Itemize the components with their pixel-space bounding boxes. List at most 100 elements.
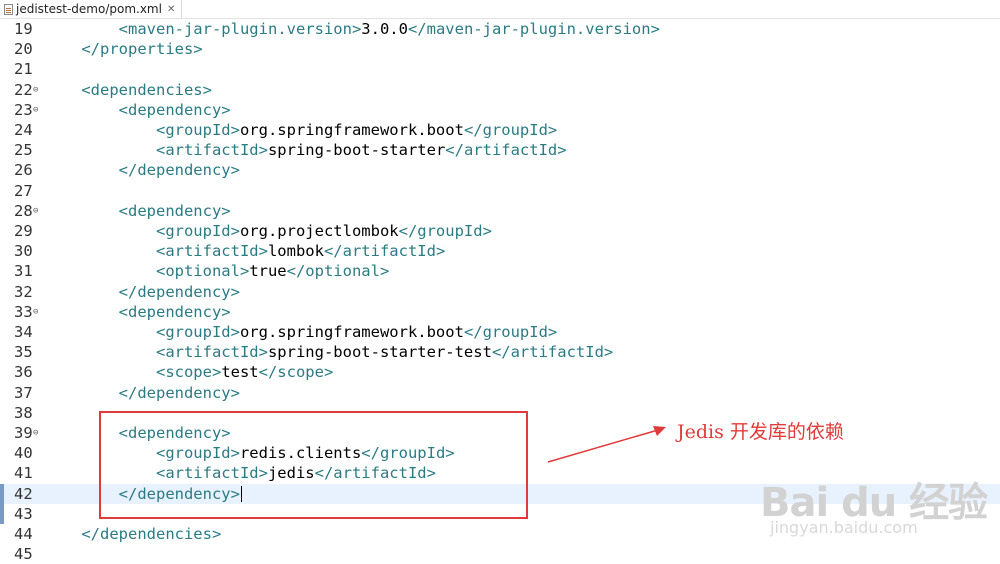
- xml-tag: </optional>: [286, 262, 390, 281]
- fold-toggle-icon[interactable]: ⊖: [33, 201, 38, 221]
- line-number: 32: [14, 282, 33, 301]
- code-text: <groupId>org.projectlombok</groupId>: [44, 221, 492, 241]
- code-text: <maven-jar-plugin.version>3.0.0</maven-j…: [44, 19, 660, 39]
- code-line[interactable]: 34 <groupId>org.springframework.boot</gr…: [0, 322, 1000, 342]
- xml-value: org.springframework.boot: [239, 121, 464, 139]
- line-number: 44: [14, 525, 33, 543]
- xml-tag: </groupId>: [398, 222, 492, 240]
- tab-title: jedistest-demo/pom.xml: [16, 2, 162, 16]
- fold-toggle-icon[interactable]: ⊖: [33, 80, 38, 100]
- code-line[interactable]: 25 <artifactId>spring-boot-starter</arti…: [0, 140, 1000, 160]
- line-number: 31: [14, 262, 33, 281]
- xml-tag: </groupId>: [463, 323, 558, 341]
- code-line[interactable]: 24 <groupId>org.springframework.boot</gr…: [0, 120, 1000, 140]
- xml-tag: <scope>: [44, 363, 222, 382]
- code-line[interactable]: 21: [0, 59, 1000, 79]
- xml-value: org.projectlombok: [239, 222, 399, 240]
- line-number: 19: [14, 20, 33, 38]
- line-number: 35: [14, 343, 33, 362]
- line-number: 37: [14, 383, 33, 402]
- code-line[interactable]: 32 </dependency>: [0, 282, 1000, 302]
- line-number: 40: [14, 444, 33, 463]
- highlight-box: [99, 411, 528, 519]
- fold-toggle-icon[interactable]: ⊖: [33, 302, 38, 322]
- annotation-label: Jedis 开发库的依赖: [677, 421, 844, 443]
- line-number: 34: [14, 323, 33, 341]
- xml-tag: <artifactId>: [44, 242, 268, 261]
- fold-toggle-icon[interactable]: ⊖: [33, 423, 38, 443]
- xml-tag: </dependency>: [44, 282, 240, 301]
- code-line[interactable]: 37 </dependency>: [0, 383, 1000, 403]
- xml-tag: </dependency>: [44, 383, 240, 402]
- xml-tag: <maven-jar-plugin.version>: [44, 20, 362, 38]
- code-line[interactable]: 45: [0, 544, 1000, 564]
- close-icon[interactable]: ✕: [167, 4, 175, 15]
- code-text: <dependency>: [44, 201, 231, 221]
- code-line[interactable]: 28 ⊖ <dependency>: [0, 201, 1000, 221]
- line-number: 41: [14, 464, 33, 483]
- code-line[interactable]: 26 </dependency>: [0, 160, 1000, 180]
- line-number: 45: [14, 545, 33, 564]
- editor-tab-bar: jedistest-demo/pom.xml ✕: [0, 0, 1000, 19]
- line-number: 20: [14, 40, 33, 59]
- code-text: <scope>test</scope>: [44, 362, 333, 382]
- code-text: <artifactId>lombok</artifactId>: [44, 241, 445, 261]
- xml-tag: <groupId>: [44, 121, 240, 139]
- line-number: 25: [14, 141, 33, 160]
- xml-tag: <groupId>: [44, 323, 240, 341]
- code-text: <optional>true</optional>: [44, 261, 389, 281]
- code-line[interactable]: 27: [0, 181, 1000, 201]
- xml-tag: <groupId>: [44, 222, 240, 240]
- code-line[interactable]: 20 </properties>: [0, 39, 1000, 59]
- code-text: <groupId>org.springframework.boot</group…: [44, 322, 557, 342]
- line-number: 26: [14, 161, 33, 180]
- code-text: </dependency>: [44, 383, 240, 403]
- line-number: 36: [14, 363, 33, 382]
- xml-value: org.springframework.boot: [239, 323, 464, 341]
- code-line[interactable]: 29 <groupId>org.projectlombok</groupId>: [0, 221, 1000, 241]
- line-number: 29: [14, 222, 33, 240]
- xml-tag: </artifactId>: [323, 242, 446, 261]
- xml-tag: </scope>: [258, 363, 334, 382]
- line-number: 38: [14, 403, 33, 422]
- code-text: </dependency>: [44, 282, 240, 302]
- line-number: 42: [14, 484, 33, 503]
- xml-tag: </dependencies>: [44, 525, 222, 543]
- code-text: <dependency>: [44, 302, 231, 322]
- line-number: 27: [14, 181, 33, 200]
- code-line[interactable]: 22 ⊖ <dependencies>: [0, 80, 1000, 100]
- xml-value: 3.0.0: [361, 20, 408, 38]
- xml-tag: <dependency>: [44, 201, 231, 220]
- code-text: <groupId>org.springframework.boot</group…: [44, 120, 557, 140]
- tab-pom-xml[interactable]: jedistest-demo/pom.xml ✕: [0, 0, 183, 18]
- xml-tag: <dependency>: [44, 100, 231, 119]
- code-line[interactable]: 36 <scope>test</scope>: [0, 362, 1000, 382]
- code-line[interactable]: 31 <optional>true</optional>: [0, 261, 1000, 281]
- line-number: 24: [14, 121, 33, 139]
- line-number: 43: [14, 504, 33, 523]
- xml-value: true: [249, 262, 287, 281]
- xml-tag: <artifactId>: [44, 141, 268, 160]
- code-text: <artifactId>spring-boot-starter-test</ar…: [44, 342, 613, 362]
- xml-tag: <dependencies>: [44, 80, 212, 99]
- xml-tag: </groupId>: [463, 121, 558, 139]
- xml-tag: </properties>: [44, 40, 203, 59]
- code-text: <dependencies>: [44, 80, 212, 100]
- code-text: <dependency>: [44, 100, 231, 120]
- code-line[interactable]: 33 ⊖ <dependency>: [0, 302, 1000, 322]
- code-line[interactable]: 35 <artifactId>spring-boot-starter-test<…: [0, 342, 1000, 362]
- annotation-arrow: [547, 426, 666, 463]
- watermark-url: jingyan.baidu.com: [770, 518, 918, 537]
- xml-tag: <artifactId>: [44, 343, 268, 362]
- code-line[interactable]: 19 <maven-jar-plugin.version>3.0.0</mave…: [0, 19, 1000, 39]
- xml-value: spring-boot-starter-test: [267, 343, 492, 362]
- code-line[interactable]: 30 <artifactId>lombok</artifactId>: [0, 241, 1000, 261]
- current-line-marker: [0, 483, 4, 504]
- xml-tag: </artifactId>: [445, 141, 567, 160]
- xml-tag: </artifactId>: [491, 343, 614, 362]
- code-text: </dependencies>: [44, 524, 221, 544]
- line-number: 30: [14, 242, 33, 261]
- xml-tag: </dependency>: [44, 161, 240, 180]
- fold-toggle-icon[interactable]: ⊖: [33, 100, 38, 120]
- code-line[interactable]: 23 ⊖ <dependency>: [0, 100, 1000, 120]
